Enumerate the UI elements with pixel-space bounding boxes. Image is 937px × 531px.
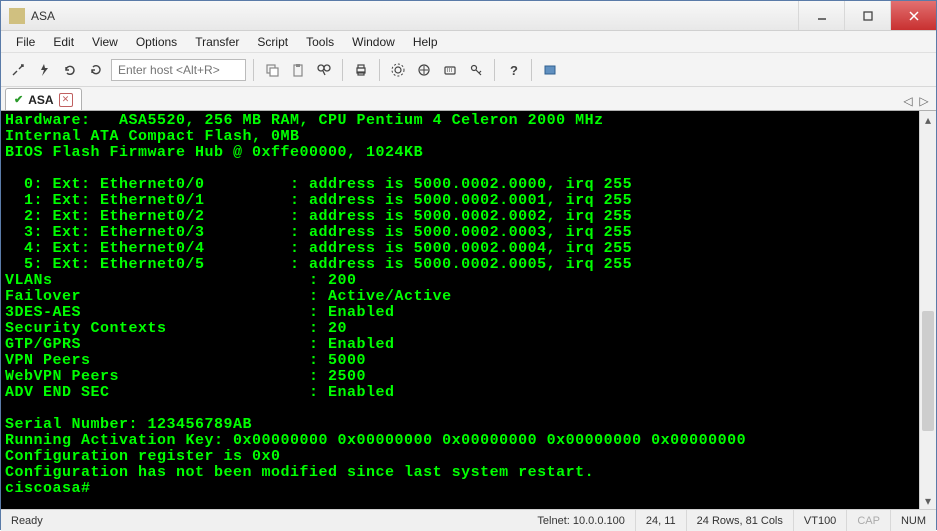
app-icon [9, 8, 25, 24]
menu-view[interactable]: View [83, 33, 127, 51]
status-size: 24 Rows, 81 Cols [687, 510, 794, 531]
scroll-down-icon[interactable]: ▾ [920, 492, 936, 509]
status-ready: Ready [1, 510, 527, 531]
settings-icon[interactable] [387, 59, 409, 81]
separator [253, 59, 254, 81]
scroll-up-icon[interactable]: ▴ [920, 111, 936, 128]
menu-window[interactable]: Window [343, 33, 404, 51]
menu-options[interactable]: Options [127, 33, 186, 51]
status-num: NUM [891, 510, 936, 531]
tab-next-icon[interactable]: ▷ [916, 92, 932, 110]
scrollbar[interactable]: ▴ ▾ [919, 111, 936, 509]
session-tab-label: ASA [28, 93, 53, 107]
menu-script[interactable]: Script [248, 33, 297, 51]
menu-tools[interactable]: Tools [297, 33, 343, 51]
find-icon[interactable] [313, 59, 335, 81]
separator [531, 59, 532, 81]
reconnect-icon[interactable] [59, 59, 81, 81]
menu-bar: File Edit View Options Transfer Script T… [1, 31, 936, 53]
status-cursor-pos: 24, 11 [636, 510, 687, 531]
connected-icon: ✔ [14, 93, 23, 106]
separator [342, 59, 343, 81]
session-options-icon[interactable] [413, 59, 435, 81]
toggle-icon[interactable] [539, 59, 561, 81]
session-tab[interactable]: ✔ ASA ✕ [5, 88, 82, 110]
close-button[interactable] [890, 1, 936, 30]
connect-icon[interactable] [7, 59, 29, 81]
close-tab-icon[interactable]: ✕ [59, 93, 73, 107]
separator [494, 59, 495, 81]
scroll-thumb[interactable] [922, 311, 934, 431]
title-bar: ASA [1, 1, 936, 31]
keymap-icon[interactable] [439, 59, 461, 81]
status-connection: Telnet: 10.0.0.100 [527, 510, 635, 531]
toolbar: ? [1, 53, 936, 87]
copy-icon[interactable] [261, 59, 283, 81]
svg-text:?: ? [510, 63, 518, 77]
status-emulation: VT100 [794, 510, 847, 531]
menu-file[interactable]: File [7, 33, 44, 51]
help-icon[interactable]: ? [502, 59, 524, 81]
host-input[interactable] [111, 59, 246, 81]
quick-connect-icon[interactable] [33, 59, 55, 81]
menu-transfer[interactable]: Transfer [186, 33, 248, 51]
terminal-output[interactable]: Hardware: ASA5520, 256 MB RAM, CPU Penti… [1, 111, 919, 509]
status-cap: CAP [847, 510, 891, 531]
window-title: ASA [31, 9, 798, 23]
print-icon[interactable] [350, 59, 372, 81]
status-bar: Ready Telnet: 10.0.0.100 24, 11 24 Rows,… [1, 509, 936, 531]
tab-prev-icon[interactable]: ◁ [900, 92, 916, 110]
disconnect-icon[interactable] [85, 59, 107, 81]
maximize-button[interactable] [844, 1, 890, 30]
menu-help[interactable]: Help [404, 33, 447, 51]
tab-strip: ✔ ASA ✕ ◁ ▷ [1, 87, 936, 111]
paste-icon[interactable] [287, 59, 309, 81]
separator [379, 59, 380, 81]
minimize-button[interactable] [798, 1, 844, 30]
key-icon[interactable] [465, 59, 487, 81]
menu-edit[interactable]: Edit [44, 33, 83, 51]
